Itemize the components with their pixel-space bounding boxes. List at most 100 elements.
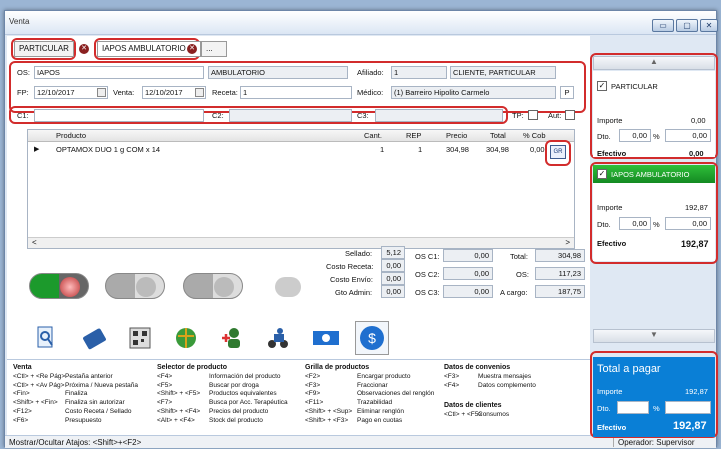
col-producto[interactable]: Producto <box>56 131 86 140</box>
tp-checkbox[interactable] <box>528 110 538 120</box>
dto-pct-field[interactable]: 0,00 <box>619 217 651 230</box>
shortcut-key: <F4> <box>157 372 173 380</box>
col-precio[interactable]: Precio <box>446 131 467 140</box>
shortcut-desc: Eliminar renglón <box>357 407 404 415</box>
toggle-3[interactable] <box>183 273 243 299</box>
shortcut-row: <F3> Muestra mensajes <box>444 373 531 382</box>
col-rep[interactable]: REP <box>406 131 421 140</box>
shortcut-desc: Datos complemento <box>478 381 536 389</box>
shortcut-key: <Shift> + <Sup> <box>305 407 353 415</box>
calendar-icon[interactable] <box>97 88 106 97</box>
col-cob[interactable]: % Cob <box>523 131 546 140</box>
scroll-up-button[interactable]: ▲ <box>593 56 715 70</box>
afiliado-field[interactable]: 1 <box>391 66 447 79</box>
os-c1-label: OS C1: <box>415 252 440 261</box>
iapos-panel: ✓ IAPOS AMBULATORIO Importe 192,87 Dto. … <box>593 165 715 261</box>
delivery-icon[interactable] <box>261 321 295 355</box>
receta-label: Receta: <box>212 88 238 97</box>
tab-close-icon[interactable]: ✕ <box>79 44 89 54</box>
table-row[interactable]: ▶ OPTAMOX DUO 1 g COM x 14 1 1 304,98 30… <box>28 144 574 158</box>
gto-admin-label: Gto Admin: <box>335 288 373 297</box>
particular-toggle[interactable] <box>29 273 89 299</box>
c1-field[interactable] <box>34 109 204 122</box>
col-total[interactable]: Total <box>490 131 506 140</box>
particular-checkbox[interactable]: ✓ <box>597 81 607 91</box>
shortcuts-title: Datos de clientes <box>444 402 502 409</box>
dto-value-field[interactable]: 0,00 <box>665 401 711 414</box>
os-code-field[interactable]: IAPOS <box>34 66 204 79</box>
maximize-button[interactable]: ▢ <box>676 19 698 32</box>
aut-checkbox[interactable] <box>565 110 575 120</box>
shortcut-row: <F7> Busca por Acc. Terapéutica <box>157 399 288 408</box>
horizontal-scrollbar[interactable]: < > <box>28 237 574 248</box>
col-cant[interactable]: Cant. <box>364 131 382 140</box>
venta-date-field[interactable]: 12/10/2017 <box>142 86 206 99</box>
total-label: Total: <box>510 252 528 261</box>
dto-pct-field[interactable]: 0,00 <box>619 129 651 142</box>
shortcut-row: <F3> Fraccionar <box>305 382 388 391</box>
efectivo-value: 192,87 <box>673 420 707 432</box>
dto-value-field[interactable]: 0,00 <box>665 217 711 230</box>
shortcut-row: <Ctl> + <Re Pág> Pestaña anterior <box>13 372 113 382</box>
shortcut-row: <Ctl> + <F5> Consumos <box>444 411 509 420</box>
os-c3-value: 0,00 <box>443 285 493 298</box>
shortcut-desc: Encargar producto <box>357 372 411 380</box>
shortcut-key: <F7> <box>157 399 173 407</box>
gr-button[interactable]: GR <box>550 145 566 159</box>
search-doc-icon[interactable] <box>29 321 63 355</box>
scroll-left-icon[interactable]: < <box>32 238 37 247</box>
shortcut-key: <Fin> <box>13 390 30 398</box>
gto-admin-value: 0,00 <box>381 285 405 298</box>
dto-pct-field[interactable]: 0,00 <box>617 401 649 414</box>
cash-icon[interactable] <box>309 321 343 355</box>
person-plus-icon[interactable] <box>215 321 249 355</box>
shortcut-key: <Ctl> + <Re Pág> <box>13 372 66 380</box>
scroll-down-button[interactable]: ▼ <box>593 329 715 343</box>
shortcut-desc: Información del producto <box>209 372 281 380</box>
globe-icon[interactable] <box>169 321 203 355</box>
c3-field[interactable] <box>375 109 503 122</box>
toggle-2[interactable] <box>105 273 165 299</box>
shortcuts-selector: Selector de producto <F4> Información del … <box>157 364 288 426</box>
tab-close-icon[interactable]: ✕ <box>187 44 197 54</box>
minimize-button[interactable]: ▭ <box>652 19 674 32</box>
dto-value-field[interactable]: 0,00 <box>665 129 711 142</box>
medico-field[interactable]: (1) Barreiro Hipolito Carmelo <box>391 86 556 99</box>
barcode-icon[interactable] <box>123 321 157 355</box>
medico-p-button[interactable]: P <box>560 86 574 99</box>
scroll-right-icon[interactable]: > <box>565 238 570 247</box>
shortcut-desc: Busca por Acc. Terapéutica <box>209 399 288 407</box>
shortcut-desc: Fraccionar <box>357 381 388 389</box>
shortcut-desc: Trazabilidad <box>357 399 393 407</box>
shortcut-row: <F11> Trazabilidad <box>305 399 392 408</box>
shortcut-key: <Alt> + <F4> <box>157 416 195 424</box>
tab-new[interactable]: ... <box>201 41 227 57</box>
tp-label: TP: <box>512 111 524 120</box>
shortcut-row: <Shift> + <Sup> Eliminar renglón <box>305 407 404 417</box>
c2-field[interactable] <box>229 109 352 122</box>
shortcut-desc: Stock del producto <box>209 416 263 424</box>
tab-iapos[interactable]: IAPOS AMBULATORIO <box>97 41 201 57</box>
shortcuts-hint[interactable]: Mostrar/Ocultar Atajos: <Shift>+<F2> <box>9 438 141 447</box>
shortcut-row: <F9> Observaciones del renglón <box>305 390 434 399</box>
tab-particular[interactable]: PARTICULAR <box>14 41 74 57</box>
window-title: Venta <box>9 17 30 26</box>
fp-date-field[interactable]: 12/10/2017 <box>34 86 108 99</box>
tab-label: IAPOS AMBULATORIO <box>102 44 186 53</box>
dto-label: Dto. <box>597 132 611 141</box>
dto-label: Dto. <box>597 404 611 413</box>
calendar-icon[interactable] <box>195 88 204 97</box>
c3-label: C3: <box>357 111 369 120</box>
receta-field[interactable]: 1 <box>240 86 352 99</box>
dollar-icon[interactable]: $ <box>355 321 389 355</box>
shortcuts-panel: Venta <Ctl> + <Re Pág> Pestaña anterior <Ct… <box>7 359 590 435</box>
iapos-header[interactable]: ✓ IAPOS AMBULATORIO <box>593 165 715 183</box>
shortcuts-grilla: Grilla de productos <F2> Encargar producto… <box>305 364 434 426</box>
os-c2-label: OS C2: <box>415 270 440 279</box>
iapos-checkbox[interactable]: ✓ <box>597 169 607 179</box>
book-icon[interactable] <box>77 321 111 355</box>
shortcut-row: <Shift> + <F5> Productos equivalentes <box>157 390 277 399</box>
close-button[interactable]: ✕ <box>700 19 718 32</box>
shortcut-row: <F5> Buscar por droga <box>157 382 259 391</box>
shortcut-desc: Próxima / Nueva pestaña <box>65 381 138 389</box>
